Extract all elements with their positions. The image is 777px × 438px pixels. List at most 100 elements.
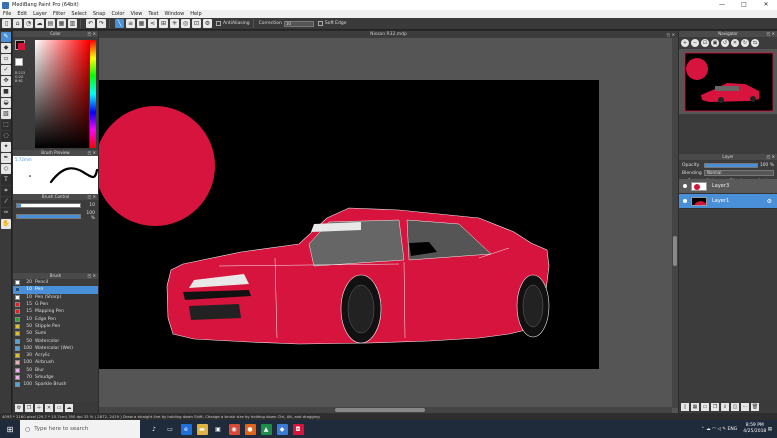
rotate-right-icon[interactable]: ↻ xyxy=(741,39,749,47)
brush-size-slider[interactable] xyxy=(16,203,81,208)
move-tool-icon[interactable]: ✥ xyxy=(1,76,11,86)
fit-icon[interactable]: ⊡ xyxy=(701,39,709,47)
actual-size-icon[interactable]: ▣ xyxy=(711,39,719,47)
panel-close-icon[interactable]: ◰ ✕ xyxy=(88,194,96,200)
navigator-preview[interactable] xyxy=(679,49,777,114)
medibang-icon[interactable]: ◘ xyxy=(292,423,304,435)
edge-icon[interactable]: e xyxy=(180,423,192,435)
grid-icon[interactable]: ▦ xyxy=(57,19,66,28)
brush-item[interactable]: 50 Sumi xyxy=(13,330,98,337)
new-halftone-layer-icon[interactable]: ▦ xyxy=(691,402,699,411)
app-orange-icon[interactable]: ● xyxy=(244,423,256,435)
file-explorer-icon[interactable]: ▬ xyxy=(196,423,208,435)
windows-start-icon[interactable]: ⊞ xyxy=(0,420,20,438)
background-swatch[interactable] xyxy=(15,58,23,66)
select-eraser-icon[interactable]: ◇ xyxy=(1,164,11,174)
brush-delete-icon[interactable]: ✕ xyxy=(45,403,53,412)
home-icon[interactable]: ⌂ xyxy=(13,19,22,28)
select-tool-icon[interactable]: ⬚ xyxy=(1,120,11,130)
panel-close-icon[interactable]: ◰ ✕ xyxy=(767,31,775,37)
layer-settings-icon[interactable]: ⚙ xyxy=(767,198,772,205)
new-folder-icon[interactable]: ▭ xyxy=(701,402,709,411)
menu-window[interactable]: Window xyxy=(162,11,188,17)
menu-snap[interactable]: Snap xyxy=(90,11,109,17)
tray-up-icon[interactable]: ⌃ xyxy=(701,427,705,432)
save-icon[interactable]: ▤ xyxy=(46,19,55,28)
clock[interactable]: 8:59 PM 4/25/2018 xyxy=(743,423,766,435)
pen-icon[interactable]: ✎ xyxy=(722,427,726,432)
brush-item[interactable]: 10 Pen (Sharp) xyxy=(13,294,98,301)
brush-item[interactable]: 50 Blur xyxy=(13,367,98,374)
lasso-tool-icon[interactable]: ◌ xyxy=(1,131,11,141)
taskbar-search[interactable]: ○ Type here to search xyxy=(20,420,140,438)
divide-tool-icon[interactable]: ⌗ xyxy=(1,186,11,196)
brush-item[interactable]: 20 Pencil xyxy=(13,279,98,286)
brush-opacity-slider[interactable] xyxy=(16,213,81,219)
layer-opacity-slider[interactable] xyxy=(704,162,758,168)
check-tool-icon[interactable]: ✓ xyxy=(1,65,11,75)
menu-select[interactable]: Select xyxy=(68,11,89,17)
select-pen-icon[interactable]: ✒ xyxy=(1,153,11,163)
snap-curve-icon[interactable]: ⊡ xyxy=(192,19,201,28)
cloud-icon[interactable]: ☁ xyxy=(35,19,44,28)
app-green-icon[interactable]: ▲ xyxy=(260,423,272,435)
menu-view[interactable]: View xyxy=(128,11,146,17)
layer-row[interactable]: Layer3 xyxy=(679,179,777,194)
eyedropper-icon[interactable]: ⁄ xyxy=(1,197,11,207)
menu-color[interactable]: Color xyxy=(108,11,127,17)
chrome-icon[interactable]: ◉ xyxy=(228,423,240,435)
zoom-out-icon[interactable]: − xyxy=(691,39,699,47)
rotate-left-icon[interactable]: ↺ xyxy=(721,39,729,47)
snap-circle-icon[interactable]: ◎ xyxy=(181,19,190,28)
canvas-tab[interactable]: Nissan R32.mdp ◰ ✕ xyxy=(99,31,678,38)
text-tool-icon[interactable]: T xyxy=(1,175,11,185)
menu-filter[interactable]: Filter xyxy=(50,11,68,17)
menu-help[interactable]: Help xyxy=(187,11,204,17)
snap-off-icon[interactable]: ╲ xyxy=(115,19,124,28)
panel-close-icon[interactable]: ◰ ✕ xyxy=(88,273,96,279)
brush-cloud-icon[interactable]: ☁ xyxy=(65,403,73,412)
blending-select[interactable]: Normal xyxy=(704,170,774,176)
layer-menu-icon[interactable]: ⋯ xyxy=(741,402,749,411)
shape-tool-icon[interactable]: ■ xyxy=(1,87,11,97)
brush-item[interactable]: 100 Watercolor (Wet) xyxy=(13,345,98,352)
microphone-icon[interactable]: ♪ xyxy=(148,423,160,435)
brush-item[interactable]: 50 Watercolor xyxy=(13,337,98,344)
notifications-icon[interactable]: ▤ xyxy=(768,427,772,432)
snap-grid-icon[interactable]: ⊞ xyxy=(159,19,168,28)
softedge-checkbox[interactable] xyxy=(317,21,323,26)
menu-edit[interactable]: Edit xyxy=(14,11,30,17)
saturation-value-picker[interactable] xyxy=(35,40,89,148)
cloud-icon[interactable]: ☁ xyxy=(706,427,711,432)
rotate-reset-icon[interactable]: ✕ xyxy=(731,39,739,47)
task-view-icon[interactable]: ▭ xyxy=(164,423,176,435)
brush-item[interactable]: 15 Mapping Pen xyxy=(13,308,98,315)
correction-select[interactable]: 10 xyxy=(283,20,314,27)
wifi-icon[interactable]: ◠ xyxy=(712,427,716,432)
store-icon[interactable]: ▣ xyxy=(212,423,224,435)
dot-tool-icon[interactable]: ▫ xyxy=(1,54,11,64)
hue-slider[interactable] xyxy=(90,40,96,148)
delete-layer-icon[interactable]: 🗑 xyxy=(751,402,759,411)
flip-icon[interactable]: ⇆ xyxy=(751,39,759,47)
zoom-in-icon[interactable]: + xyxy=(681,39,689,47)
volume-icon[interactable]: ◁ xyxy=(717,427,720,432)
menu-file[interactable]: File xyxy=(0,11,14,17)
snap-settings-icon[interactable]: ⚙ xyxy=(203,19,212,28)
antialiasing-checkbox[interactable] xyxy=(216,21,221,26)
snap-cross-icon[interactable]: ▦ xyxy=(137,19,146,28)
brush-add-icon[interactable]: ＋ xyxy=(35,403,43,412)
brush-item[interactable]: 50 Stipple Pen xyxy=(13,323,98,330)
drawing-canvas[interactable] xyxy=(99,38,672,408)
new-layer-icon[interactable]: ▯ xyxy=(681,402,689,411)
menu-layer[interactable]: Layer xyxy=(30,11,50,17)
new-file-icon[interactable]: ▯ xyxy=(2,19,11,28)
brush-tool-icon[interactable]: ✎ xyxy=(1,32,11,42)
snap-radial-icon[interactable]: ✳ xyxy=(170,19,179,28)
fill-tool-icon[interactable]: ◒ xyxy=(1,98,11,108)
brush-item[interactable]: 100 Airbrush xyxy=(13,359,98,366)
pen-tool-icon[interactable]: ✑ xyxy=(1,208,11,218)
layer-mask-icon[interactable]: ◫ xyxy=(731,402,739,411)
brush-item[interactable]: 100 Sparkle Brush xyxy=(13,381,98,388)
minimize-button[interactable]: — xyxy=(711,0,733,10)
